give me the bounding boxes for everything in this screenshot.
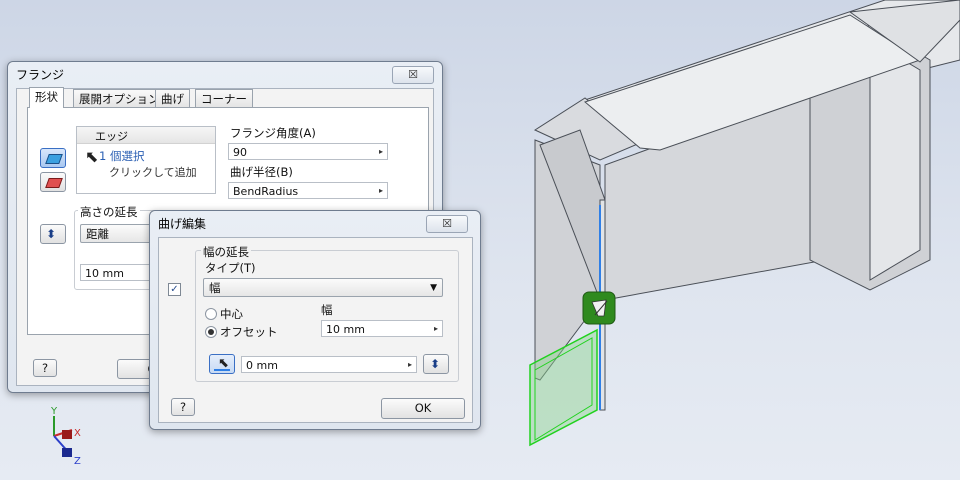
close-icon[interactable]: ☒ bbox=[408, 68, 418, 81]
pick-underline bbox=[214, 369, 230, 371]
spin-arrow-icon[interactable]: ▸ bbox=[375, 183, 387, 198]
height-extent-label: 高さの延長 bbox=[78, 204, 140, 220]
offset-input[interactable]: 0 mm ▸ bbox=[241, 356, 417, 373]
mouse-cursor-icon: ⬉ bbox=[85, 147, 99, 166]
close-button[interactable]: ☒ bbox=[392, 66, 434, 84]
triad-icon bbox=[53, 416, 73, 457]
edges-header-label: エッジ bbox=[95, 130, 128, 143]
radio-offset[interactable] bbox=[205, 326, 217, 338]
triad-x-label: X bbox=[74, 428, 81, 439]
edges-click-hint: クリックして追加 bbox=[109, 166, 197, 179]
tab-label: 展開オプション bbox=[79, 92, 160, 106]
edges-selected-count[interactable]: 1 個選択 bbox=[99, 148, 144, 164]
tab-bend[interactable]: 曲げ bbox=[155, 89, 190, 108]
width-value: 10 mm bbox=[326, 323, 365, 336]
width-label: 幅 bbox=[321, 303, 333, 317]
tab-label: コーナー bbox=[201, 92, 247, 106]
spin-arrow-icon[interactable]: ▸ bbox=[375, 144, 387, 159]
help-icon: ? bbox=[179, 400, 187, 414]
bend-radius-value: BendRadius bbox=[233, 185, 299, 198]
height-extent-type-select[interactable]: 距離 bbox=[80, 224, 152, 243]
offset-pick-button[interactable]: ⬉ bbox=[209, 354, 235, 374]
ok-label: OK bbox=[414, 401, 432, 415]
height-value-input[interactable]: 10 mm bbox=[80, 264, 152, 281]
tab-label: 曲げ bbox=[161, 92, 184, 106]
radio-center[interactable] bbox=[205, 308, 217, 320]
width-extent-checkbox[interactable]: ✓ bbox=[168, 283, 181, 296]
dropdown-arrow-icon: ▼ bbox=[430, 283, 437, 293]
flip-direction-icon: ⬍ bbox=[46, 227, 57, 241]
edge-select-button[interactable] bbox=[40, 148, 66, 168]
ok-button[interactable]: OK bbox=[381, 398, 465, 419]
triad-z-label: Z bbox=[74, 456, 81, 467]
loop-select-button[interactable] bbox=[40, 172, 66, 192]
close-icon[interactable]: ☒ bbox=[442, 217, 452, 230]
tab-shape[interactable]: 形状 bbox=[29, 87, 64, 108]
help-button[interactable]: ? bbox=[33, 359, 57, 377]
flange-angle-value: 90 bbox=[233, 146, 247, 159]
flange-dialog-title: フランジ bbox=[16, 68, 65, 82]
flip-offset-button[interactable]: ⬍ bbox=[423, 354, 449, 374]
help-icon: ? bbox=[41, 361, 49, 375]
offset-value: 0 mm bbox=[246, 359, 278, 372]
bend-edit-dialog: 曲げ編集 ☒ ✓ 幅の延長 タイプ(T) 幅 ▼ 中心 オフセット 幅 10 m… bbox=[149, 210, 481, 430]
height-value: 10 mm bbox=[85, 267, 124, 280]
type-select[interactable]: 幅 ▼ bbox=[203, 278, 443, 297]
close-button[interactable]: ☒ bbox=[426, 215, 468, 233]
edge-select-icon bbox=[45, 154, 63, 164]
tab-unfold-options[interactable]: 展開オプション bbox=[73, 89, 166, 108]
tab-corner[interactable]: コーナー bbox=[195, 89, 253, 108]
view-triad: Y X Z bbox=[38, 406, 98, 470]
spin-arrow-icon[interactable]: ▸ bbox=[430, 321, 442, 336]
height-extent-type-value: 距離 bbox=[86, 227, 109, 241]
help-button[interactable]: ? bbox=[171, 398, 195, 416]
bend-radius-label: 曲げ半径(B) bbox=[230, 165, 293, 179]
flange-angle-label: フランジ角度(A) bbox=[230, 126, 316, 140]
bend-edit-client-area: ✓ 幅の延長 タイプ(T) 幅 ▼ 中心 オフセット 幅 10 mm ▸ ⬉ 0… bbox=[158, 237, 473, 423]
type-value: 幅 bbox=[209, 281, 221, 295]
type-label: タイプ(T) bbox=[205, 261, 256, 275]
edges-list-header: エッジ bbox=[77, 127, 215, 144]
tab-label: 形状 bbox=[35, 90, 58, 104]
flip-direction-button[interactable]: ⬍ bbox=[40, 224, 66, 244]
bend-edit-dialog-title: 曲げ編集 bbox=[158, 217, 207, 231]
flip-direction-icon: ⬍ bbox=[430, 357, 441, 371]
spin-arrow-icon[interactable]: ▸ bbox=[404, 357, 416, 372]
radio-center-label[interactable]: 中心 bbox=[220, 306, 243, 322]
checkmark-icon: ✓ bbox=[170, 284, 179, 295]
radio-offset-label[interactable]: オフセット bbox=[220, 324, 278, 340]
bend-radius-input[interactable]: BendRadius ▸ bbox=[228, 182, 388, 199]
width-input[interactable]: 10 mm ▸ bbox=[321, 320, 443, 337]
flange-angle-input[interactable]: 90 ▸ bbox=[228, 143, 388, 160]
triad-y-label: Y bbox=[51, 406, 58, 417]
loop-select-icon bbox=[45, 178, 63, 188]
width-extent-label: 幅の延長 bbox=[201, 244, 251, 260]
